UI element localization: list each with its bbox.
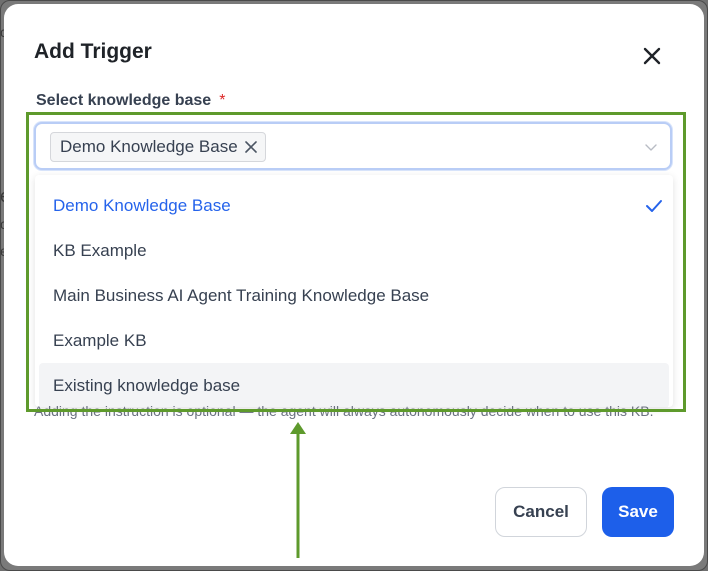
arrow-up-icon	[290, 422, 306, 558]
cancel-button[interactable]: Cancel	[495, 487, 587, 537]
dropdown-option[interactable]: Demo Knowledge Base	[39, 183, 669, 228]
option-label: Main Business AI Agent Training Knowledg…	[53, 285, 430, 305]
option-label: Example KB	[53, 330, 147, 350]
selected-tag-label: Demo Knowledge Base	[60, 137, 238, 156]
option-label: Demo Knowledge Base	[53, 195, 231, 215]
dropdown-option[interactable]: Main Business AI Agent Training Knowledg…	[39, 273, 669, 318]
add-trigger-modal: Add Trigger Select knowledge base * Demo …	[4, 4, 704, 566]
knowledge-base-select[interactable]: Demo Knowledge Base	[34, 122, 672, 170]
knowledge-base-label: Select knowledge base *	[36, 92, 225, 110]
helper-text: Adding the instruction is optional — the…	[34, 403, 654, 419]
option-label: KB Example	[53, 240, 147, 260]
close-button[interactable]	[640, 44, 664, 68]
modal-title: Add Trigger	[34, 40, 152, 63]
x-icon	[244, 141, 257, 153]
save-button[interactable]: Save	[602, 487, 674, 537]
close-icon	[643, 47, 661, 65]
tag-remove-button[interactable]	[244, 141, 257, 153]
dropdown-option[interactable]: Example KB	[39, 318, 669, 363]
knowledge-base-label-text: Select knowledge base	[36, 92, 212, 109]
chevron-down-icon[interactable]	[644, 140, 658, 154]
option-label: Existing knowledge base	[53, 375, 241, 395]
knowledge-base-dropdown: Demo Knowledge Base KB Example Main Busi…	[35, 175, 673, 407]
required-mark: *	[219, 92, 226, 109]
dropdown-option[interactable]: KB Example	[39, 228, 669, 273]
selected-tag: Demo Knowledge Base	[50, 132, 266, 162]
check-icon	[646, 200, 662, 212]
